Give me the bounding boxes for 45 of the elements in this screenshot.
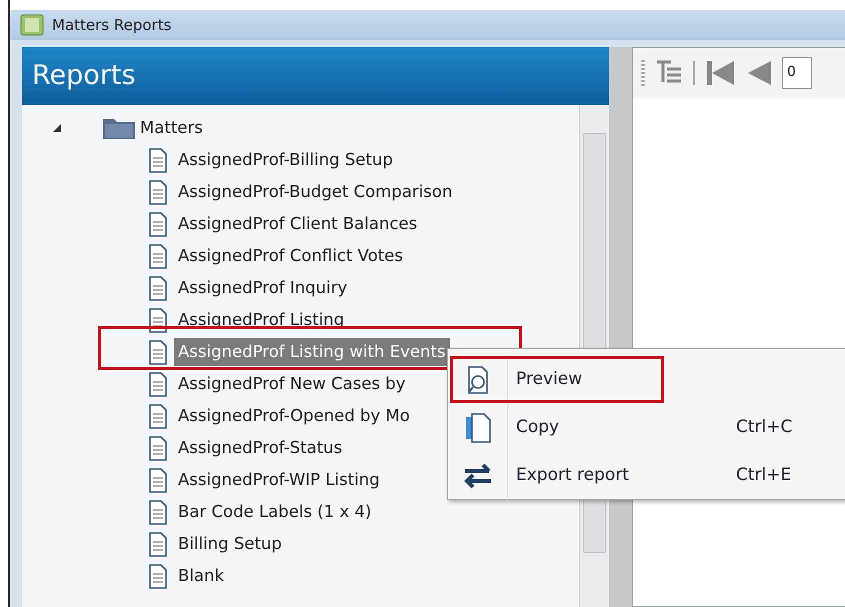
document-icon [148,500,168,524]
magnifier-document-icon [466,366,490,394]
document-icon [148,468,168,492]
tree-item[interactable]: Billing Setup [174,530,286,558]
menu-item[interactable]: Preview [448,356,845,404]
menu-item[interactable]: Export report Ctrl+E [448,452,845,500]
tree-item[interactable]: AssignedProf Listing [174,306,348,334]
tree-item[interactable]: AssignedProf-WIP Listing [174,466,384,494]
tree-item[interactable]: AssignedProf Client Balances [174,210,422,238]
tree-item[interactable]: AssignedProf-Billing Setup [174,146,397,174]
tree-item[interactable]: AssignedProf New Cases by [174,370,410,398]
copy-icon [464,413,492,443]
panel-header: Reports [22,47,609,105]
document-icon [148,372,168,396]
first-page-icon[interactable] [706,59,736,87]
document-icon [148,212,168,236]
page-field[interactable]: 0 [782,57,812,89]
tree-item[interactable]: AssignedProf-Budget Comparison [174,178,456,206]
tree-item[interactable]: AssignedProf-Status [174,434,346,462]
document-icon [148,564,168,588]
folder-icon [102,116,136,140]
document-icon [148,148,168,172]
document-icon [148,180,168,204]
document-icon [148,436,168,460]
window-title: Matters Reports [52,14,172,36]
tree-item[interactable]: AssignedProf-Opened by Mo [174,402,414,430]
document-icon [148,404,168,428]
tree-item[interactable]: AssignedProf Inquiry [174,274,352,302]
tree-item[interactable]: AssignedProf Conflict Votes [174,242,408,270]
swap-arrows-icon [462,463,492,489]
previous-page-icon[interactable] [746,59,772,87]
shortcut-text: Ctrl+E [736,464,792,488]
tree-item[interactable]: Matters [136,114,207,142]
shortcut-text: Ctrl+C [736,416,792,440]
app-icon [20,14,44,36]
document-icon [148,244,168,268]
grip-icon[interactable] [641,58,645,88]
document-icon [148,532,168,556]
separator-icon[interactable] [693,59,696,87]
document-icon [148,276,168,300]
tree-item[interactable]: Bar Code Labels (1 x 4) [174,498,376,526]
document-icon [148,340,168,364]
tree-item[interactable]: Blank [174,562,228,590]
tree-item[interactable]: AssignedProf Listing with Events [174,338,450,366]
menu-item[interactable]: Copy Ctrl+C [448,404,845,452]
